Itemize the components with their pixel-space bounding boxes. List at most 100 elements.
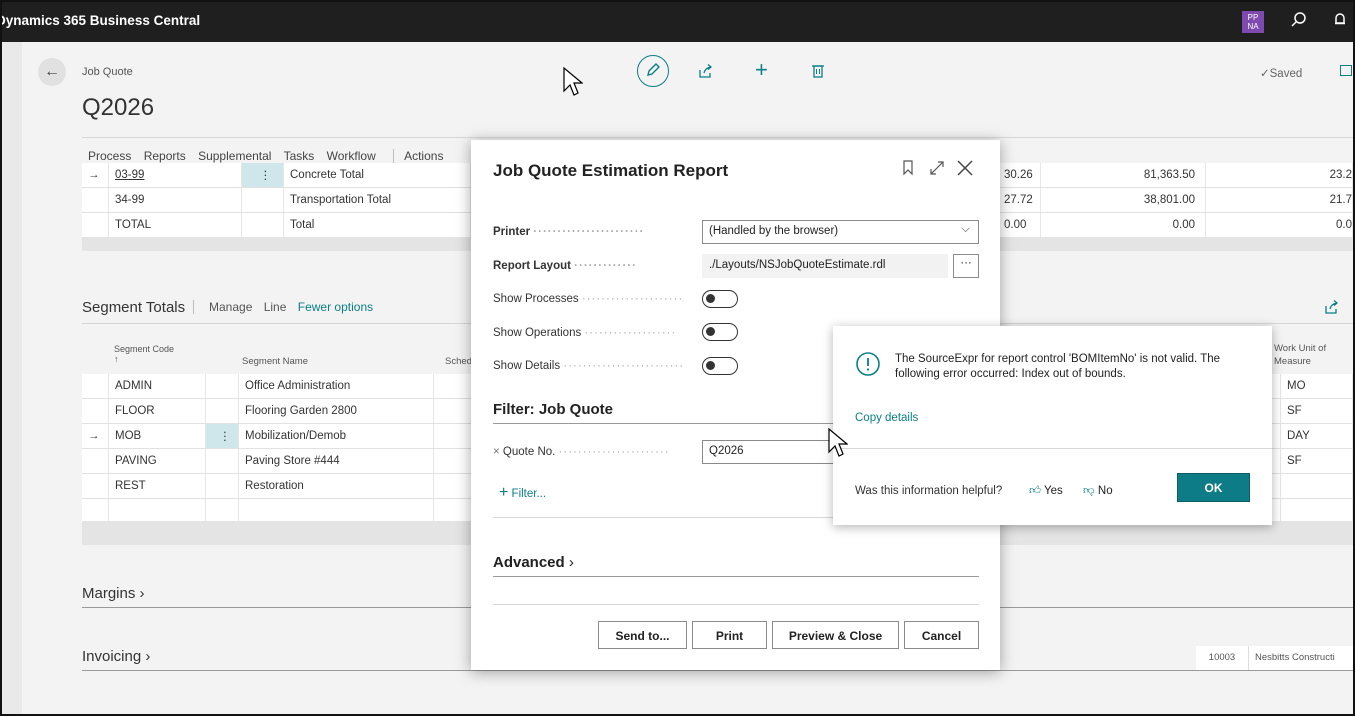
open-new-window-icon[interactable] (1340, 65, 1352, 76)
quote-no-text: Quote No. (502, 446, 556, 458)
report-layout-value: ./Layouts/NSJobQuoteEstimate.rdl (709, 259, 886, 271)
no-feedback[interactable]: 👎︎ No (1083, 484, 1113, 498)
row-menu-icon[interactable]: ⋮ (241, 163, 284, 188)
menu-process[interactable]: Process (88, 149, 131, 163)
menu-supplemental[interactable]: Supplemental (198, 149, 271, 163)
line-value-c: 21.7 (1205, 187, 1353, 213)
row-selected-arrow-icon: → (82, 423, 109, 449)
show-details-label: Show Details ························· (493, 360, 693, 372)
line-code[interactable]: 03-99 (108, 163, 242, 188)
segment-totals-title: Segment Totals (82, 299, 186, 316)
segment-name: Paving Store #444 (238, 448, 434, 474)
menu-separator (393, 149, 395, 163)
segment-code[interactable]: FLOOR (108, 398, 206, 424)
cancel-button[interactable]: Cancel (904, 621, 979, 649)
line-action[interactable]: Line (264, 300, 287, 314)
line-value-b: 81,363.50 (1040, 163, 1206, 188)
printer-label: Printer ······················· (493, 226, 693, 238)
segment-unit: SF (1280, 398, 1353, 424)
show-processes-text: Show Processes (493, 293, 579, 305)
margins-section[interactable]: Margins › (82, 585, 145, 602)
leader-dots: ····················· (581, 293, 684, 305)
menu-divider (82, 137, 1353, 138)
leader-dots: ············· (574, 260, 637, 272)
yes-feedback[interactable]: 👍︎ Yes (1029, 484, 1063, 498)
col-header-segment-name[interactable]: Segment Name (242, 356, 308, 367)
fewer-options-action[interactable]: Fewer options (298, 300, 373, 314)
menu-workflow[interactable]: Workflow (327, 149, 376, 163)
segment-code[interactable]: MOB (108, 423, 206, 449)
segment-code[interactable]: ADMIN (108, 374, 206, 399)
close-icon[interactable] (956, 159, 974, 180)
no-label: No (1097, 485, 1113, 497)
remove-filter-icon[interactable]: × (493, 446, 500, 458)
quote-no-input[interactable]: Q2026 (702, 440, 842, 464)
segment-name: Restoration (238, 473, 434, 499)
action-menu: Process Reports Supplemental Tasks Workf… (88, 149, 452, 163)
menu-reports[interactable]: Reports (144, 149, 186, 163)
mouse-cursor-icon (563, 67, 583, 96)
preview-close-button[interactable]: Preview & Close (772, 621, 899, 649)
ok-button[interactable]: OK (1177, 473, 1250, 502)
report-layout-field: ./Layouts/NSJobQuoteEstimate.rdl (702, 254, 948, 278)
chevron-right-icon: › (568, 554, 574, 571)
quote-no-label: × Quote No. ······················· (493, 446, 693, 458)
col-unit-line1: Work Unit of (1274, 343, 1327, 354)
copy-details-link[interactable]: Copy details (855, 412, 918, 424)
show-processes-label: Show Processes ····················· (493, 293, 693, 305)
helpful-question: Was this information helpful? (855, 485, 1003, 497)
invoicing-divider (82, 670, 1353, 671)
yes-label: Yes (1044, 485, 1063, 497)
error-message: The SourceExpr for report control 'BOMIt… (895, 353, 1221, 380)
col-header-sched[interactable]: Sched (445, 356, 472, 367)
line-code[interactable]: 34-99 (108, 187, 242, 213)
segment-name: Flooring Garden 2800 (238, 398, 434, 424)
add-icon[interactable]: + (755, 57, 768, 83)
segment-totals-actions: Manage Line Fewer options (193, 300, 373, 314)
show-operations-label: Show Operations ··················· (493, 327, 693, 339)
row-selected-arrow-icon: → (82, 163, 109, 188)
row-menu-icon[interactable]: ⋮ (205, 423, 239, 449)
show-operations-toggle[interactable] (702, 323, 738, 341)
col-header-work-unit[interactable]: Work Unit of Measure (1274, 342, 1326, 368)
segment-unit: SF (1280, 448, 1353, 474)
segment-unit: MO (1280, 374, 1353, 399)
invoicing-cell-2: Nesbitts Constructi (1249, 646, 1353, 670)
manage-action[interactable]: Manage (209, 300, 252, 314)
segment-code[interactable]: PAVING (108, 448, 206, 474)
chevron-down-icon: ⌵ (961, 223, 970, 235)
advanced-label: Advanced (493, 554, 565, 571)
pencil-icon (647, 63, 660, 76)
add-filter-text: Filter... (511, 488, 547, 500)
menu-actions[interactable]: Actions (404, 149, 443, 163)
line-value-b: 38,801.00 (1040, 187, 1206, 213)
show-details-toggle[interactable] (702, 357, 738, 375)
printer-select[interactable]: (Handled by the browser) ⌵ (702, 220, 979, 244)
line-description: Concrete Total (283, 163, 471, 188)
menu-tasks[interactable]: Tasks (284, 149, 315, 163)
line-code[interactable]: TOTAL (108, 212, 242, 238)
expand-icon[interactable] (929, 160, 945, 179)
back-arrow-icon[interactable]: ← (38, 58, 66, 86)
invoicing-section[interactable]: Invoicing › (82, 648, 150, 665)
line-value-b: 0.00 (1040, 212, 1206, 238)
send-to-button[interactable]: Send to... (598, 621, 687, 649)
thumbs-down-icon: 👎︎ (1083, 485, 1095, 497)
edit-button[interactable] (637, 55, 669, 87)
segment-unit (1280, 473, 1353, 499)
line-value-a: 0.00 (997, 212, 1041, 238)
segment-share-icon[interactable] (1324, 299, 1340, 318)
delete-icon[interactable] (811, 63, 825, 82)
share-icon[interactable] (698, 63, 714, 82)
line-description: Transportation Total (283, 187, 471, 213)
segment-code[interactable]: REST (108, 473, 206, 499)
layout-lookup-button[interactable]: ··· (953, 254, 979, 278)
show-details-text: Show Details (493, 360, 561, 372)
advanced-section[interactable]: Advanced › (493, 554, 574, 571)
show-processes-toggle[interactable] (702, 290, 738, 308)
print-button[interactable]: Print (692, 621, 767, 649)
add-filter-link[interactable]: + Filter... (499, 484, 546, 502)
bookmark-icon[interactable] (902, 160, 914, 179)
col-header-segment-code[interactable]: Segment Code ↑ (114, 344, 174, 364)
show-operations-text: Show Operations (493, 327, 582, 339)
